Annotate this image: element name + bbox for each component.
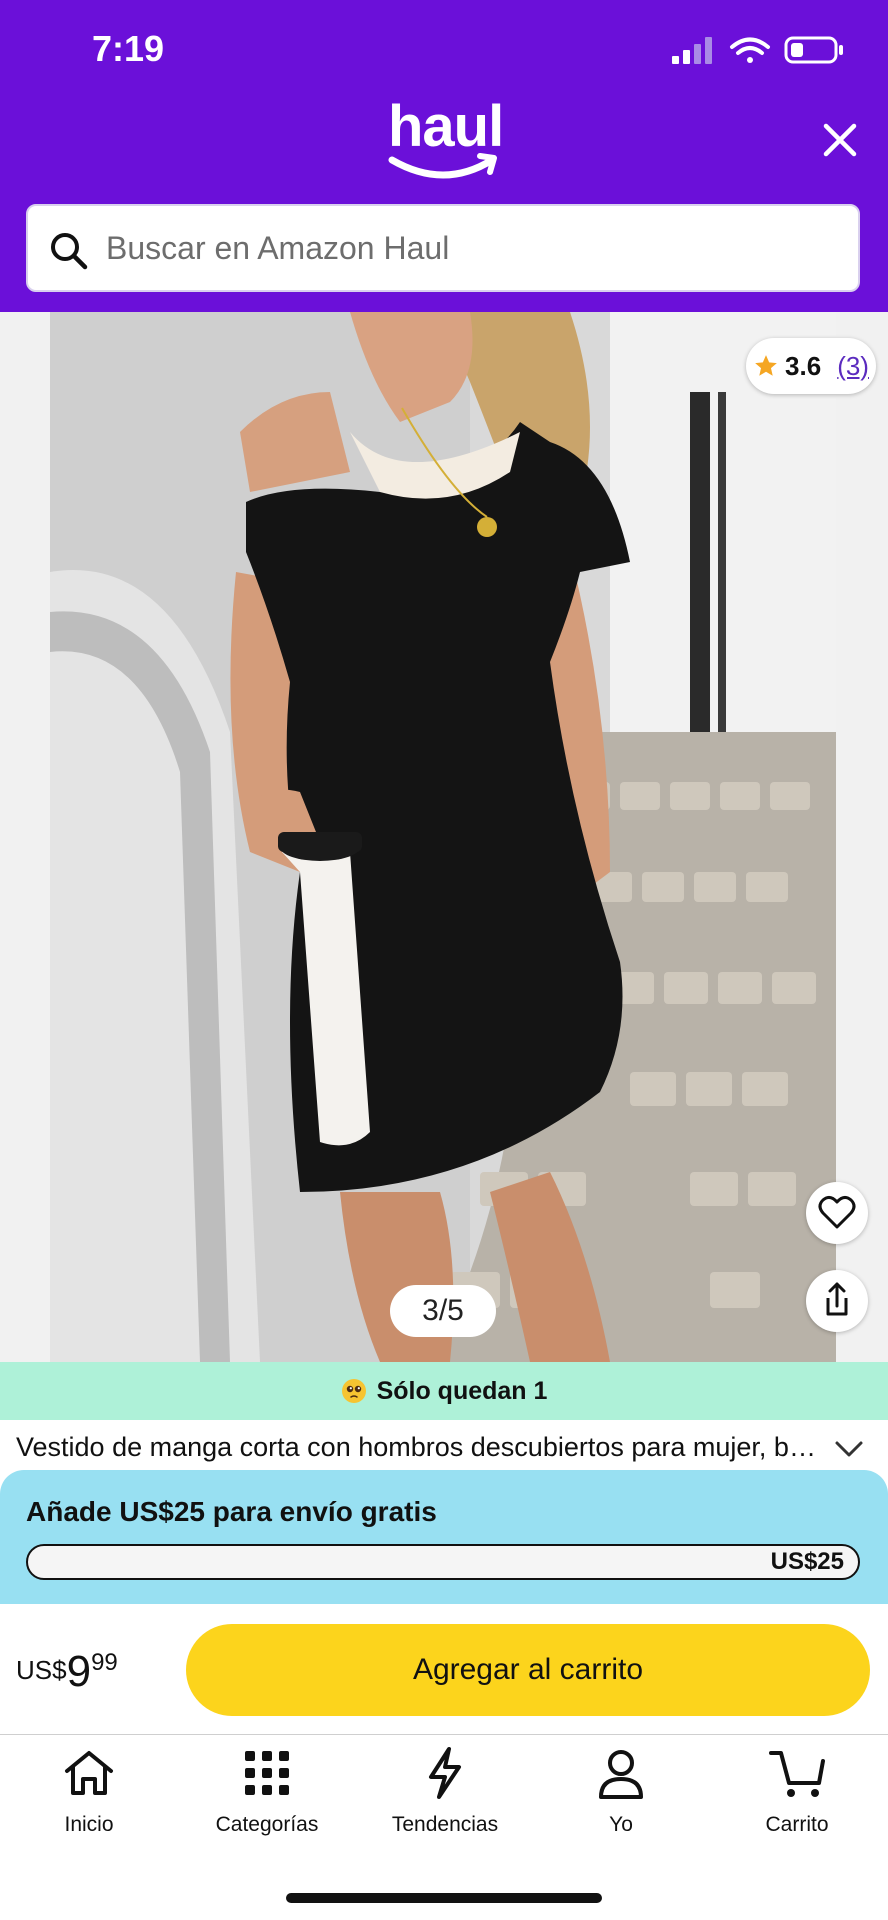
- share-button[interactable]: [806, 1270, 868, 1332]
- nav-item-carrito[interactable]: Carrito: [722, 1745, 872, 1845]
- cart-icon: [769, 1751, 825, 1797]
- bottom-nav: Inicio Categorías Tendencias Yo Carrito: [0, 1735, 888, 1855]
- person-icon: [599, 1750, 643, 1799]
- nav-item-yo[interactable]: Yo: [546, 1745, 696, 1845]
- nav-item-categorias[interactable]: Categorías: [192, 1745, 342, 1845]
- free-shipping-message: Añade US$25 para envío gratis: [26, 1496, 437, 1527]
- wishlist-button[interactable]: [806, 1182, 868, 1244]
- heart-icon: [818, 1195, 856, 1229]
- app-header: 7:19 haul: [0, 0, 888, 312]
- search-bar[interactable]: [26, 204, 860, 292]
- pleading-face-icon: [341, 1379, 366, 1403]
- nav-label: Inicio: [64, 1813, 114, 1836]
- nav-label: Yo: [609, 1813, 633, 1836]
- price-cents: 99: [91, 1649, 118, 1676]
- rating-badge[interactable]: 3.6 (3): [746, 338, 876, 394]
- product-gallery[interactable]: 3.6 (3) 3/5: [0, 312, 888, 1362]
- wifi-icon: [730, 37, 770, 63]
- price-currency: US$: [16, 1655, 67, 1685]
- logo-text: haul: [388, 94, 504, 159]
- star-icon: [755, 355, 777, 376]
- status-icons: [672, 36, 843, 64]
- status-time: 7:19: [92, 28, 165, 69]
- product-price: US$ 9 99: [16, 1650, 118, 1694]
- nav-label: Categorías: [215, 1813, 319, 1836]
- free-shipping-progress: US$25: [26, 1544, 860, 1580]
- product-photo: [50, 312, 836, 1362]
- home-icon: [65, 1751, 113, 1795]
- grid-icon: [245, 1751, 289, 1795]
- close-icon[interactable]: [818, 118, 862, 162]
- product-title: Vestido de manga corta con hombros descu…: [16, 1432, 816, 1462]
- price-whole: 9: [66, 1647, 92, 1696]
- nav-item-tendencias[interactable]: Tendencias: [370, 1745, 520, 1845]
- rating-value: 3.6: [785, 350, 822, 381]
- haul-logo[interactable]: haul: [388, 94, 504, 188]
- nav-label: Tendencias: [391, 1813, 499, 1836]
- chevron-down-icon[interactable]: [832, 1434, 866, 1464]
- battery-icon: [784, 36, 843, 64]
- home-indicator: [286, 1893, 602, 1903]
- search-input[interactable]: [106, 206, 826, 290]
- free-shipping-panel: Añade US$25 para envío gratis US$25: [0, 1470, 888, 1604]
- nav-item-inicio[interactable]: Inicio: [14, 1745, 164, 1845]
- signal-icon: [672, 37, 712, 64]
- stock-message: Sólo quedan 1: [376, 1376, 548, 1405]
- smile-arrow-icon: [388, 153, 497, 179]
- share-icon: [826, 1282, 848, 1316]
- progress-label: US$25: [770, 1548, 844, 1575]
- rating-count-link[interactable]: (3): [837, 351, 869, 382]
- product-title-row[interactable]: Vestido de manga corta con hombros descu…: [0, 1420, 888, 1476]
- lightning-icon: [429, 1747, 461, 1799]
- image-page-indicator: 3/5: [390, 1285, 496, 1337]
- nav-label: Carrito: [765, 1813, 829, 1836]
- buy-bar: US$ 9 99 Agregar al carrito: [0, 1604, 888, 1735]
- search-icon: [51, 233, 88, 270]
- stock-banner: Sólo quedan 1: [0, 1362, 888, 1420]
- add-to-cart-button[interactable]: Agregar al carrito: [186, 1624, 870, 1716]
